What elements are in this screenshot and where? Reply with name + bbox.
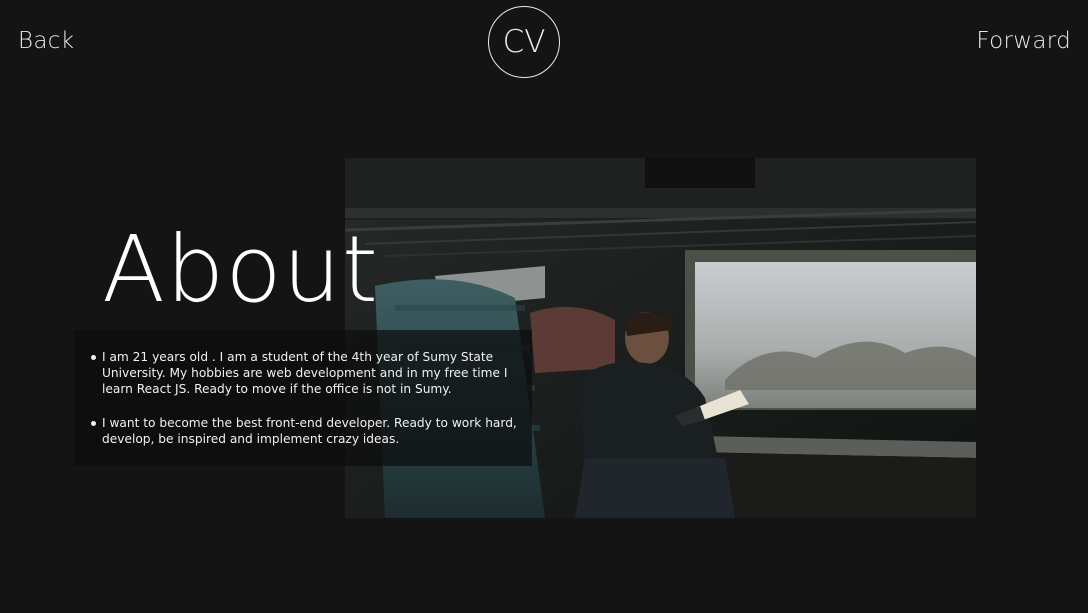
forward-link[interactable]: Forward [976,26,1071,56]
cv-logo[interactable]: CV [488,6,560,78]
back-link[interactable]: Back [18,26,74,56]
about-paragraph-1: I am 21 years old . I am a student of th… [91,349,520,397]
about-list: I am 21 years old . I am a student of th… [91,349,520,447]
page-title: About [102,216,380,323]
about-paragraph-2: I want to become the best front-end deve… [91,415,520,447]
about-text-panel: I am 21 years old . I am a student of th… [74,330,532,466]
